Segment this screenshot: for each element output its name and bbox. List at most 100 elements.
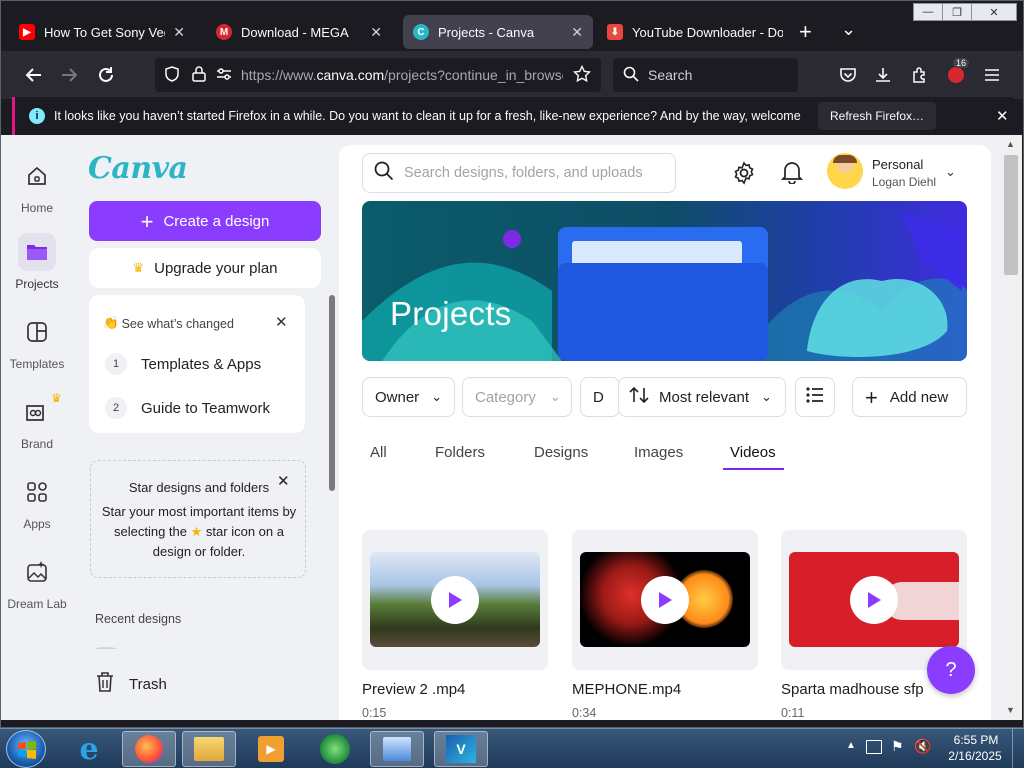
minimize-button[interactable]: —: [913, 3, 943, 21]
trash-item[interactable]: Trash: [95, 671, 167, 697]
taskbar-file-explorer[interactable]: [182, 731, 236, 767]
settings-gear-icon[interactable]: [732, 161, 756, 190]
close-window-button[interactable]: ✕: [971, 3, 1017, 21]
video-name[interactable]: MEPHONE.mp4: [572, 681, 758, 698]
category-filter[interactable]: Category ⌄: [462, 377, 572, 417]
taskbar-app-2[interactable]: [370, 731, 424, 767]
hand-wave-icon: 👏: [103, 316, 119, 330]
canva-logo[interactable]: Canva: [88, 151, 188, 186]
search-icon: [374, 161, 394, 186]
scrollbar-thumb[interactable]: [1004, 155, 1018, 275]
rail-item-apps[interactable]: Apps: [1, 473, 73, 553]
account-chevron-down-icon[interactable]: ⌄: [945, 164, 956, 180]
rail-item-templates[interactable]: Templates: [1, 313, 73, 393]
tab-youtube-downloader[interactable]: ⬇ YouTube Downloader - Do: [597, 15, 793, 49]
tab-folders[interactable]: Folders: [435, 444, 485, 461]
url-text[interactable]: https://www.canva.com/projects?continue_…: [241, 67, 563, 83]
notifications-bell-icon[interactable]: [780, 160, 804, 189]
tab-videos[interactable]: Videos: [730, 444, 776, 461]
volume-muted-icon[interactable]: 🔇: [914, 738, 931, 755]
add-new-button[interactable]: + Add new: [852, 377, 967, 417]
tab-designs[interactable]: Designs: [534, 444, 588, 461]
user-avatar[interactable]: [827, 153, 863, 189]
video-name[interactable]: Sparta madhouse sfp: [781, 681, 941, 698]
main-content: Search designs, folders, and uploads Per…: [339, 145, 991, 720]
close-whats-changed-icon[interactable]: ✕: [275, 313, 288, 331]
taskbar-media-app[interactable]: ▶: [244, 731, 298, 767]
action-center-flag-icon[interactable]: ⚑: [891, 738, 904, 755]
extensions-icon[interactable]: [909, 64, 931, 86]
close-notification-icon[interactable]: ✕: [996, 107, 1009, 125]
lock-icon[interactable]: [192, 65, 206, 85]
menu-icon[interactable]: [981, 64, 1003, 86]
tab-list-button[interactable]: ⌄: [841, 19, 856, 40]
refresh-firefox-button[interactable]: Refresh Firefox…: [818, 102, 937, 130]
taskbar-app[interactable]: [308, 731, 362, 767]
rail-item-projects[interactable]: Projects: [1, 233, 73, 313]
tab-mega[interactable]: M Download - MEGA ✕: [206, 15, 392, 49]
video-name[interactable]: Preview 2 .mp4: [362, 681, 548, 698]
close-tab-icon[interactable]: ✕: [173, 24, 185, 41]
rail-item-dream-lab[interactable]: Dream Lab: [1, 553, 73, 633]
search-bar[interactable]: Search: [613, 58, 798, 92]
tab-images[interactable]: Images: [634, 444, 683, 461]
account-type[interactable]: Personal: [872, 157, 923, 172]
page-scrollbar[interactable]: ▲ ▼: [1000, 135, 1022, 720]
sort-dropdown[interactable]: Most relevant ⌄: [618, 377, 786, 417]
pocket-icon[interactable]: [837, 64, 859, 86]
close-tab-icon[interactable]: ✕: [571, 24, 583, 41]
start-button[interactable]: [6, 730, 46, 768]
permissions-icon[interactable]: [216, 67, 232, 84]
upgrade-plan-button[interactable]: ♛ Upgrade your plan: [89, 248, 321, 288]
play-icon[interactable]: [850, 576, 898, 624]
taskbar-vegas[interactable]: V: [434, 731, 488, 767]
scroll-up-icon[interactable]: ▲: [1006, 139, 1015, 149]
play-icon[interactable]: [641, 576, 689, 624]
video-card[interactable]: [572, 530, 758, 670]
whats-changed-item[interactable]: 1 Templates & Apps: [105, 353, 261, 375]
user-name[interactable]: Logan Diehl: [872, 175, 936, 189]
side-panel-scrollbar[interactable]: [329, 295, 335, 491]
whats-changed-title[interactable]: 👏 See what’s changed: [103, 316, 234, 331]
apps-icon: [18, 473, 56, 511]
close-star-tip-icon[interactable]: ✕: [277, 472, 290, 492]
date-filter[interactable]: D: [580, 377, 620, 417]
show-hidden-icons[interactable]: ▲: [846, 740, 856, 751]
taskbar-internet-explorer[interactable]: e: [62, 731, 116, 767]
rail-label: Dream Lab: [7, 597, 67, 611]
clock-date[interactable]: 2/16/2025: [944, 749, 1006, 763]
taskbar-firefox[interactable]: [122, 731, 176, 767]
show-desktop-button[interactable]: [1012, 729, 1024, 768]
downloads-icon[interactable]: [872, 64, 894, 86]
help-button[interactable]: ?: [927, 646, 975, 694]
url-bar[interactable]: https://www.canva.com/projects?continue_…: [155, 58, 601, 92]
bookmark-star-icon[interactable]: [572, 64, 592, 86]
video-thumbnail[interactable]: [370, 552, 540, 647]
whats-changed-item[interactable]: 2 Guide to Teamwork: [105, 397, 270, 419]
tab-all[interactable]: All: [370, 444, 387, 461]
video-thumbnail[interactable]: [789, 552, 959, 647]
clock-time[interactable]: 6:55 PM: [948, 733, 1004, 747]
rail-item-brand[interactable]: ♛ Brand: [1, 391, 73, 473]
back-icon[interactable]: [23, 64, 45, 86]
design-search-input[interactable]: Search designs, folders, and uploads: [362, 153, 676, 193]
video-thumbnail[interactable]: [580, 552, 750, 647]
scroll-down-icon[interactable]: ▼: [1006, 705, 1015, 715]
rail-item-home[interactable]: Home: [1, 157, 73, 237]
owner-filter[interactable]: Owner ⌄: [362, 377, 455, 417]
tab-canva-projects[interactable]: C Projects - Canva ✕: [403, 15, 593, 49]
network-icon[interactable]: [866, 740, 882, 754]
close-tab-icon[interactable]: ✕: [370, 24, 382, 41]
maximize-button[interactable]: ❐: [942, 3, 972, 21]
list-view-button[interactable]: [795, 377, 835, 417]
video-card[interactable]: [362, 530, 548, 670]
video-duration: 0:34: [572, 706, 597, 720]
tab-youtube-vegas[interactable]: ▶ How To Get Sony Vegas Pro ✕: [9, 15, 195, 49]
play-icon[interactable]: [431, 576, 479, 624]
addon-icon[interactable]: 16: [945, 58, 970, 86]
new-tab-button[interactable]: +: [799, 21, 812, 43]
create-design-button[interactable]: + Create a design: [89, 201, 321, 241]
tracking-shield-icon[interactable]: [164, 65, 180, 85]
reload-icon[interactable]: [95, 64, 117, 86]
forward-icon[interactable]: [58, 64, 80, 86]
